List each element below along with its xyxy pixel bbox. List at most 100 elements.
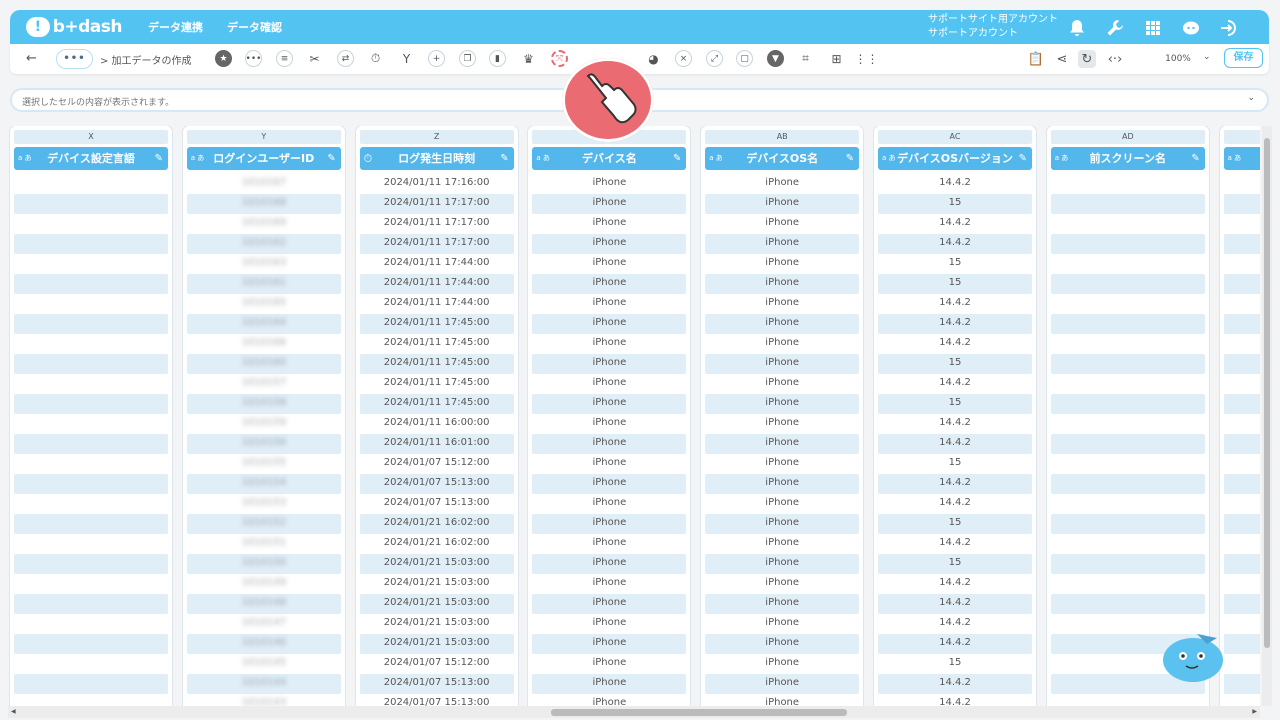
refresh-icon[interactable]: ↻	[1078, 50, 1096, 68]
scroll-right-icon[interactable]: ▶	[1252, 708, 1257, 715]
table-cell[interactable]	[1224, 614, 1260, 634]
table-cell[interactable]: 1010157	[187, 374, 341, 394]
table-cell[interactable]	[1051, 574, 1205, 594]
table-cell[interactable]: iPhone	[705, 514, 860, 534]
swap-icon[interactable]: ⇄	[337, 50, 354, 67]
column-letter[interactable]: Z	[359, 130, 514, 144]
table-cell[interactable]	[14, 174, 168, 194]
table-cell[interactable]: 2024/01/21 15:03:00	[359, 594, 514, 614]
table-cell[interactable]: iPhone	[532, 634, 687, 654]
logout-icon[interactable]	[1218, 17, 1240, 39]
table-cell[interactable]	[1051, 534, 1205, 554]
table-cell[interactable]	[14, 534, 168, 554]
add-icon[interactable]: +	[428, 50, 445, 67]
support-icon[interactable]	[1180, 17, 1202, 39]
table-cell[interactable]: iPhone	[532, 214, 686, 234]
mascot-icon[interactable]	[1161, 626, 1227, 686]
table-cell[interactable]: 1010152	[186, 514, 341, 534]
table-cell[interactable]	[14, 594, 168, 614]
more-button[interactable]: •••	[56, 49, 93, 69]
table-cell[interactable]: iPhone	[705, 674, 860, 694]
table-cell[interactable]: 2024/01/11 16:01:00	[359, 434, 514, 454]
table-cell[interactable]	[1050, 234, 1205, 254]
table-cell[interactable]: 1010161	[186, 274, 341, 294]
close-circle-icon[interactable]: ×	[675, 50, 692, 67]
table-cell[interactable]: iPhone	[532, 194, 687, 214]
table-cell[interactable]	[1224, 414, 1260, 434]
table-cell[interactable]	[14, 634, 168, 654]
table-cell[interactable]: 2024/01/11 17:45:00	[360, 374, 514, 394]
table-cell[interactable]: 2024/01/11 17:17:00	[360, 214, 514, 234]
table-cell[interactable]: 1010164	[186, 314, 341, 334]
table-cell[interactable]: 14.4.2	[878, 294, 1032, 314]
table-cell[interactable]	[1051, 414, 1205, 434]
table-cell[interactable]: 2024/01/11 17:44:00	[360, 294, 514, 314]
table-cell[interactable]: iPhone	[705, 394, 860, 414]
table-cell[interactable]	[1224, 254, 1260, 274]
table-cell[interactable]: 14.4.2	[878, 174, 1032, 194]
timer-icon[interactable]: ⏱	[367, 50, 384, 67]
table-cell[interactable]	[1050, 514, 1205, 534]
frame-icon[interactable]: ▢	[736, 50, 753, 67]
scroll-thumb[interactable]	[551, 709, 847, 716]
table-cell[interactable]	[1223, 354, 1260, 374]
copy-icon[interactable]: ❐	[459, 50, 476, 67]
table-cell[interactable]	[14, 354, 168, 374]
table-cell[interactable]	[14, 314, 168, 334]
table-cell[interactable]	[1051, 454, 1205, 474]
table-cell[interactable]: iPhone	[532, 174, 686, 194]
table-cell[interactable]	[1050, 314, 1205, 334]
table-cell[interactable]: 2024/01/11 17:44:00	[360, 254, 514, 274]
table-cell[interactable]: iPhone	[705, 634, 860, 654]
table-cell[interactable]: 14.4.2	[878, 314, 1032, 334]
clipboard-icon[interactable]: 📋	[1027, 50, 1045, 68]
table-cell[interactable]	[1051, 214, 1205, 234]
table-cell[interactable]: iPhone	[705, 274, 860, 294]
table-cell[interactable]: iPhone	[532, 474, 687, 494]
nav-data-check[interactable]: データ確認	[227, 19, 282, 35]
table-cell[interactable]	[1050, 434, 1205, 454]
list-icon[interactable]: ≡	[276, 50, 293, 67]
table-cell[interactable]: 2024/01/11 17:17:00	[359, 234, 514, 254]
table-cell[interactable]: 14.4.2	[878, 374, 1032, 394]
table-cell[interactable]	[1223, 394, 1260, 414]
format-icon[interactable]: ⌗	[797, 50, 814, 67]
table-cell[interactable]	[1223, 514, 1260, 534]
table-cell[interactable]: 14.4.2	[878, 334, 1032, 354]
table-cell[interactable]: 2024/01/11 17:16:00	[360, 174, 514, 194]
table-cell[interactable]	[1051, 334, 1205, 354]
table-cell[interactable]: iPhone	[532, 534, 686, 554]
column-letter[interactable]: AB	[705, 130, 860, 144]
delete-icon[interactable]: ▮	[489, 50, 506, 67]
table-cell[interactable]: 14.4.2	[878, 534, 1032, 554]
account-info[interactable]: サポートサイト用アカウント サポートアカウント	[928, 13, 1058, 41]
table-cell[interactable]	[1051, 254, 1205, 274]
table-cell[interactable]	[1050, 474, 1205, 494]
table-cell[interactable]	[14, 654, 168, 674]
table-cell[interactable]: 2024/01/21 16:02:00	[360, 534, 514, 554]
table-cell[interactable]	[14, 234, 168, 254]
table-cell[interactable]: 2024/01/11 17:45:00	[359, 314, 514, 334]
table-cell[interactable]	[1050, 394, 1205, 414]
column-letter[interactable]: Y	[186, 130, 341, 144]
transform-icon[interactable]: ⤢	[706, 50, 723, 67]
table-cell[interactable]: 1010149	[187, 574, 341, 594]
table-cell[interactable]	[14, 214, 168, 234]
dots-icon[interactable]: •••	[245, 50, 262, 67]
table-cell[interactable]: 1010144	[186, 674, 341, 694]
table-cell[interactable]	[14, 254, 168, 274]
table-cell[interactable]: 14.4.2	[878, 414, 1032, 434]
table-cell[interactable]: iPhone	[532, 614, 686, 634]
edit-icon[interactable]: ✎	[1191, 147, 1199, 170]
table-cell[interactable]: iPhone	[532, 254, 686, 274]
table-cell[interactable]	[1051, 174, 1205, 194]
table-cell[interactable]	[14, 554, 168, 574]
table-cell[interactable]	[1223, 434, 1260, 454]
apps-grid-icon[interactable]	[1142, 17, 1164, 39]
column-header[interactable]: a あデバイスOSバージョン ✎	[878, 147, 1032, 170]
column-header[interactable]: a あ 前スクリーン名 ✎	[1050, 147, 1205, 170]
table-cell[interactable]: 14.4.2	[878, 574, 1032, 594]
table-cell[interactable]: 2024/01/11 17:45:00	[359, 354, 514, 374]
table-cell[interactable]: 15	[878, 514, 1032, 534]
table-cell[interactable]: 14.4.2	[878, 234, 1032, 254]
